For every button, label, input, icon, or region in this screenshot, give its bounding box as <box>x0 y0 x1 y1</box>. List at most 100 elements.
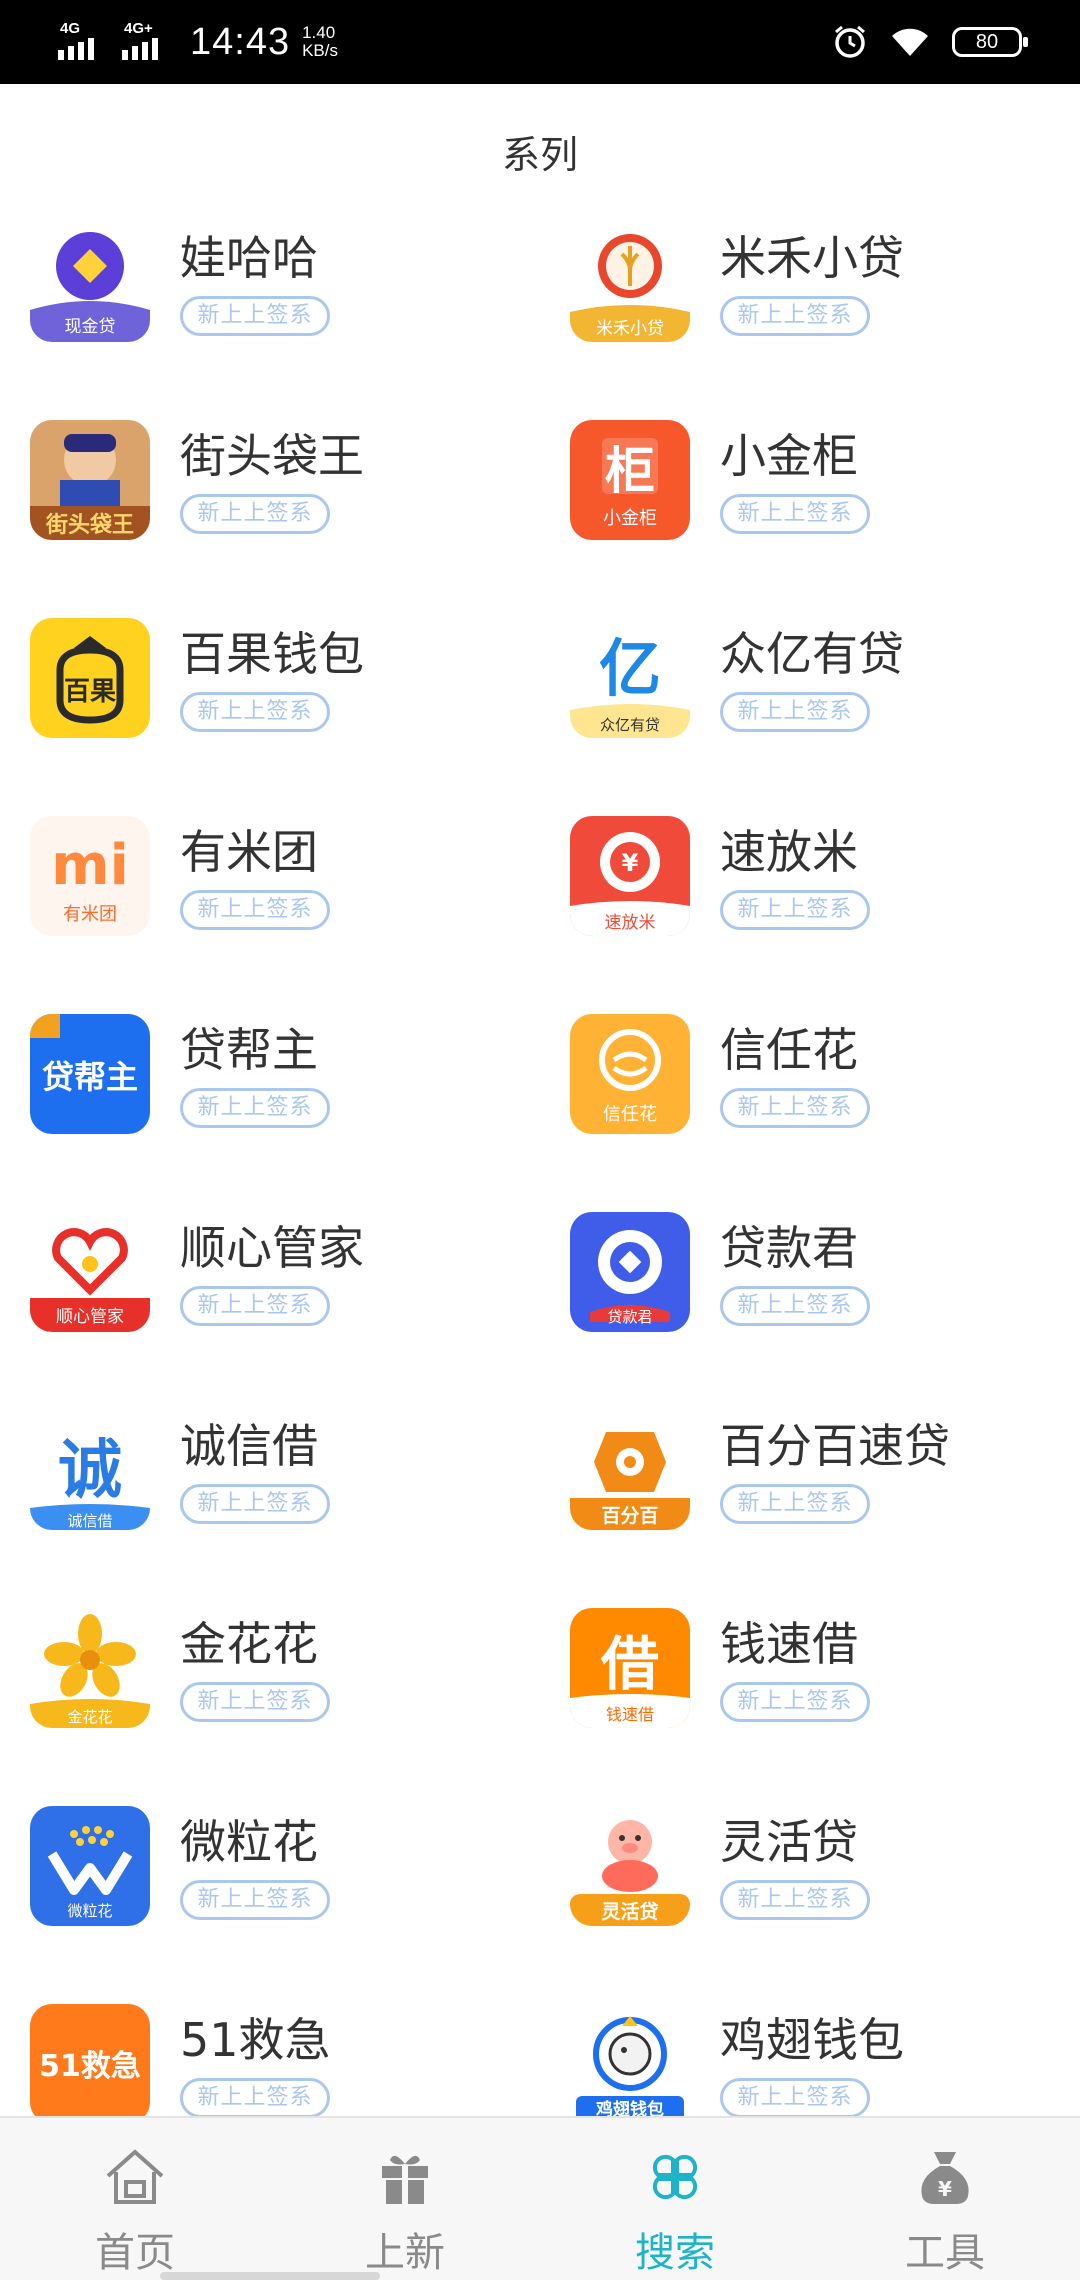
status-bar: 4G 4G+ 14:43 1.40 KB/s 80 <box>0 0 1080 84</box>
nav-label: 搜索 <box>635 2230 715 2276</box>
svg-text:mi: mi <box>51 833 129 898</box>
svg-text:¥: ¥ <box>938 2177 952 2201</box>
app-name: 有米团 <box>180 825 318 879</box>
svg-text:贷款君: 贷款君 <box>607 1308 652 1326</box>
page-title: 系列 <box>501 133 578 177</box>
app-item[interactable]: 灵活贷 灵活贷 新上上签系 <box>540 1784 1080 1982</box>
app-item[interactable]: 现金贷 娃哈哈 新上上签系 <box>0 200 540 398</box>
xinrenhua-icon: 信任花 <box>570 1014 690 1134</box>
svg-text:顺心管家: 顺心管家 <box>56 1307 124 1327</box>
svg-text:信任花: 信任花 <box>603 1104 657 1125</box>
app-item[interactable]: 信任花 信任花 新上上签系 <box>540 992 1080 1190</box>
app-item[interactable]: mi 有米团 有米团 新上上签系 <box>0 794 540 992</box>
speed-value: 1.40 <box>302 23 336 42</box>
app-item[interactable]: 顺心管家 顺心管家 新上上签系 <box>0 1190 540 1388</box>
baiguo-icon: 百果 <box>30 618 150 738</box>
signal-label-1: 4G <box>60 20 81 37</box>
app-grid: 现金贷 娃哈哈 新上上签系 米禾小贷 米禾小贷 新上上签系 街头袋王 街头袋王 … <box>0 200 1080 2180</box>
app-name: 小金柜 <box>720 429 858 483</box>
nav-item-home[interactable]: 首页 <box>0 2118 270 2280</box>
app-item[interactable]: 米禾小贷 米禾小贷 新上上签系 <box>540 200 1080 398</box>
shunxin-icon: 顺心管家 <box>30 1212 150 1332</box>
svg-text:51救急: 51救急 <box>39 2049 141 2084</box>
nav-item-search[interactable]: 搜索 <box>540 2118 810 2280</box>
app-item[interactable]: 柜小金柜 小金柜 新上上签系 <box>540 398 1080 596</box>
app-item[interactable]: 贷款君 贷款君 新上上签系 <box>540 1190 1080 1388</box>
app-name: 鸡翅钱包 <box>720 2013 904 2067</box>
svg-text:现金贷: 现金贷 <box>65 317 116 337</box>
status-time: 14:43 <box>190 20 291 63</box>
app-item[interactable]: 贷帮主 贷帮主 新上上签系 <box>0 992 540 1190</box>
jichi-icon: 鸡翅钱包 <box>570 2004 690 2124</box>
page-header: 系列 <box>0 84 1080 204</box>
app-name: 51救急 <box>180 2013 331 2067</box>
app-tag: 新上上签系 <box>180 1682 330 1722</box>
app-item[interactable]: 借钱速借 钱速借 新上上签系 <box>540 1586 1080 1784</box>
svg-text:微粒花: 微粒花 <box>67 1902 112 1920</box>
app-name: 微粒花 <box>180 1815 318 1869</box>
signal-label-2: 4G+ <box>124 20 153 37</box>
signal-icon: 4G+ <box>120 20 172 64</box>
svg-text:百分百: 百分百 <box>601 1505 658 1527</box>
linghuodai-icon: 灵活贷 <box>570 1806 690 1926</box>
svg-text:小金柜: 小金柜 <box>603 508 657 529</box>
app-item[interactable]: 街头袋王 街头袋王 新上上签系 <box>0 398 540 596</box>
nav-item-tools[interactable]: ¥ 工具 <box>810 2118 1080 2280</box>
app-item[interactable]: ¥ 速放米 速放米 新上上签系 <box>540 794 1080 992</box>
nav-label: 工具 <box>905 2230 985 2276</box>
qiansujie-icon: 借钱速借 <box>570 1608 690 1728</box>
app-tag: 新上上签系 <box>720 1880 870 1920</box>
app-name: 信任花 <box>720 1023 858 1077</box>
bottom-nav: 首页 上新 搜索 ¥ 工具 <box>0 2116 1080 2280</box>
speed-unit: KB/s <box>302 41 338 60</box>
svg-text:众亿有贷: 众亿有贷 <box>600 716 660 734</box>
svg-text:贷帮主: 贷帮主 <box>42 1058 138 1096</box>
alarm-icon <box>835 25 865 58</box>
app-name: 贷帮主 <box>180 1023 318 1077</box>
chengxin-icon: 诚诚信借 <box>30 1410 150 1530</box>
app-name: 速放米 <box>720 825 858 879</box>
app-tag: 新上上签系 <box>720 296 870 336</box>
app-item[interactable]: 百果 百果钱包 新上上签系 <box>0 596 540 794</box>
app-item[interactable]: 诚诚信借 诚信借 新上上签系 <box>0 1388 540 1586</box>
app-name: 街头袋王 <box>180 429 364 483</box>
money-bag-icon: ¥ <box>921 2152 969 2204</box>
nav-item-new[interactable]: 上新 <box>270 2118 540 2280</box>
app-tag: 新上上签系 <box>720 2078 870 2118</box>
app-name: 娃哈哈 <box>180 231 318 285</box>
app-name: 金花花 <box>180 1617 318 1671</box>
xiaojingui-icon: 柜小金柜 <box>570 420 690 540</box>
sufangmi-icon: ¥ 速放米 <box>570 816 690 936</box>
app-name: 诚信借 <box>180 1419 318 1473</box>
app-tag: 新上上签系 <box>180 1286 330 1326</box>
app-item[interactable]: 金花花 金花花 新上上签系 <box>0 1586 540 1784</box>
app-tag: 新上上签系 <box>720 494 870 534</box>
app-tag: 新上上签系 <box>180 2078 330 2118</box>
signal-icon: 4G <box>56 20 108 64</box>
svg-text:借: 借 <box>600 1630 659 1698</box>
svg-text:金花花: 金花花 <box>67 1708 112 1726</box>
app-tag: 新上上签系 <box>720 1088 870 1128</box>
svg-text:灵活贷: 灵活贷 <box>601 1900 658 1923</box>
mihe-icon: 米禾小贷 <box>570 222 690 342</box>
app-name: 米禾小贷 <box>720 231 904 285</box>
app-name: 灵活贷 <box>720 1815 858 1869</box>
app-item[interactable]: 百分百 百分百速贷 新上上签系 <box>540 1388 1080 1586</box>
svg-text:诚: 诚 <box>58 1434 122 1508</box>
svg-text:诚信借: 诚信借 <box>67 1512 112 1530</box>
svg-text:柜: 柜 <box>605 442 655 500</box>
svg-text:有米团: 有米团 <box>63 904 117 925</box>
app-tag: 新上上签系 <box>180 890 330 930</box>
jietou-icon: 街头袋王 <box>30 420 150 540</box>
app-name: 贷款君 <box>720 1221 858 1275</box>
svg-text:¥: ¥ <box>622 849 639 877</box>
clover-icon <box>652 2154 698 2200</box>
app-item[interactable]: 亿众亿有贷 众亿有贷 新上上签系 <box>540 596 1080 794</box>
home-icon <box>106 2149 164 2204</box>
nav-label: 上新 <box>365 2230 445 2276</box>
app-tag: 新上上签系 <box>180 692 330 732</box>
app-item[interactable]: 微粒花 微粒花 新上上签系 <box>0 1784 540 1982</box>
svg-text:钱速借: 钱速借 <box>606 1705 654 1724</box>
network-speed: 1.40 KB/s <box>302 24 338 60</box>
app-tag: 新上上签系 <box>720 1484 870 1524</box>
